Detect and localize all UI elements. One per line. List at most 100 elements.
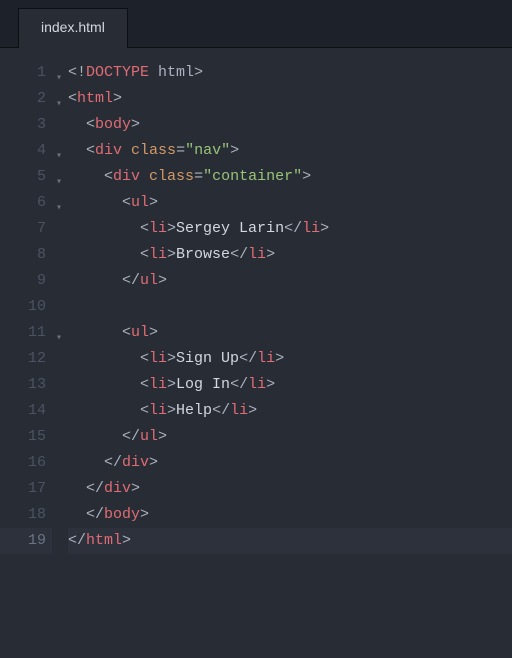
- code-line[interactable]: <!DOCTYPE html>: [68, 60, 512, 86]
- tab-bar: index.html: [0, 0, 512, 48]
- code-line[interactable]: <div class="container">: [68, 164, 512, 190]
- token-tagname: li: [149, 376, 167, 393]
- token-bracket: <: [122, 324, 131, 341]
- token-bracket: <: [122, 194, 131, 211]
- tab-label: index.html: [41, 19, 105, 35]
- token-bracket: >: [149, 194, 158, 211]
- token-bracket: >: [140, 506, 149, 523]
- fold-icon[interactable]: ▾: [56, 66, 62, 92]
- fold-icon[interactable]: ▾: [56, 326, 62, 352]
- code-line[interactable]: <li>Sergey Larin</li>: [68, 216, 512, 242]
- token-bracket: >: [131, 116, 140, 133]
- code-line[interactable]: <li>Browse</li>: [68, 242, 512, 268]
- line-number[interactable]: 9: [0, 268, 52, 294]
- token-text: Sign Up: [176, 350, 239, 367]
- token-tagname: div: [104, 480, 131, 497]
- token-string: "container": [203, 168, 302, 185]
- token-bracket: </: [122, 428, 140, 445]
- fold-icon[interactable]: ▾: [56, 196, 62, 222]
- token-bracket: <: [140, 246, 149, 263]
- line-number[interactable]: 11▾: [0, 320, 52, 346]
- token-text: Log In: [176, 376, 230, 393]
- token-tagname: ul: [131, 194, 149, 211]
- token-eq: =: [176, 142, 185, 159]
- token-tagname: div: [95, 142, 122, 159]
- line-number[interactable]: 14: [0, 398, 52, 424]
- token-text: Browse: [176, 246, 230, 263]
- line-gutter[interactable]: 1▾2▾34▾5▾6▾7891011▾1213141516171819: [0, 60, 52, 658]
- code-line[interactable]: <ul>: [68, 190, 512, 216]
- token-tagname: li: [257, 350, 275, 367]
- code-line[interactable]: </ul>: [68, 268, 512, 294]
- line-number[interactable]: 2▾: [0, 86, 52, 112]
- line-number[interactable]: 19: [0, 528, 52, 554]
- token-bracket: >: [122, 532, 131, 549]
- token-bracket: >: [158, 428, 167, 445]
- code-line[interactable]: [68, 294, 512, 320]
- code-line[interactable]: </ul>: [68, 424, 512, 450]
- token-tagname: html: [77, 90, 113, 107]
- code-line[interactable]: <ul>: [68, 320, 512, 346]
- line-number[interactable]: 5▾: [0, 164, 52, 190]
- token-bracket: </: [104, 454, 122, 471]
- code-line[interactable]: </div>: [68, 450, 512, 476]
- line-number[interactable]: 12: [0, 346, 52, 372]
- token-bracket: >: [158, 272, 167, 289]
- code-line[interactable]: </body>: [68, 502, 512, 528]
- token-tagname: body: [95, 116, 131, 133]
- token-tagname: li: [230, 402, 248, 419]
- line-number[interactable]: 6▾: [0, 190, 52, 216]
- code-line[interactable]: <li>Sign Up</li>: [68, 346, 512, 372]
- code-line[interactable]: <div class="nav">: [68, 138, 512, 164]
- token-tagname: div: [122, 454, 149, 471]
- token-bracket: </: [86, 480, 104, 497]
- token-bracket: </: [230, 246, 248, 263]
- token-string: "nav": [185, 142, 230, 159]
- line-number[interactable]: 17: [0, 476, 52, 502]
- code-line[interactable]: </html>: [68, 528, 512, 554]
- line-number[interactable]: 7: [0, 216, 52, 242]
- line-number[interactable]: 15: [0, 424, 52, 450]
- line-number[interactable]: 18: [0, 502, 52, 528]
- token-attr: class: [149, 168, 194, 185]
- token-tagname: ul: [140, 272, 158, 289]
- token-bracket: >: [230, 142, 239, 159]
- line-number[interactable]: 8: [0, 242, 52, 268]
- token-tagname: div: [113, 168, 140, 185]
- fold-icon[interactable]: ▾: [56, 92, 62, 118]
- code-line[interactable]: <body>: [68, 112, 512, 138]
- token-bracket: <: [68, 90, 77, 107]
- token-bracket: </: [212, 402, 230, 419]
- token-bracket: >: [194, 64, 203, 81]
- code-line[interactable]: <li>Log In</li>: [68, 372, 512, 398]
- token-bracket: <: [140, 402, 149, 419]
- token-bracket: >: [167, 350, 176, 367]
- code-line[interactable]: </div>: [68, 476, 512, 502]
- token-tagname: li: [248, 376, 266, 393]
- fold-icon[interactable]: ▾: [56, 144, 62, 170]
- editor: 1▾2▾34▾5▾6▾7891011▾1213141516171819 <!DO…: [0, 48, 512, 658]
- line-number[interactable]: 3: [0, 112, 52, 138]
- fold-icon[interactable]: ▾: [56, 170, 62, 196]
- line-number[interactable]: 4▾: [0, 138, 52, 164]
- token-tagname: li: [302, 220, 320, 237]
- code-line[interactable]: <html>: [68, 86, 512, 112]
- tab-index-html[interactable]: index.html: [18, 8, 128, 48]
- code-line[interactable]: <li>Help</li>: [68, 398, 512, 424]
- token-bracket: <: [86, 116, 95, 133]
- line-number[interactable]: 16: [0, 450, 52, 476]
- token-bracket: >: [167, 220, 176, 237]
- line-number[interactable]: 1▾: [0, 60, 52, 86]
- token-bracket: </: [230, 376, 248, 393]
- line-number[interactable]: 10: [0, 294, 52, 320]
- token-bracket: <: [140, 376, 149, 393]
- token-bracket: >: [113, 90, 122, 107]
- line-number[interactable]: 13: [0, 372, 52, 398]
- token-tagname: li: [149, 402, 167, 419]
- token-tagname: ul: [131, 324, 149, 341]
- token-bracket: >: [248, 402, 257, 419]
- token-bracket: <: [140, 220, 149, 237]
- token-bracket: >: [275, 350, 284, 367]
- code-area[interactable]: <!DOCTYPE html><html><body><div class="n…: [52, 60, 512, 658]
- token-punct: [140, 168, 149, 185]
